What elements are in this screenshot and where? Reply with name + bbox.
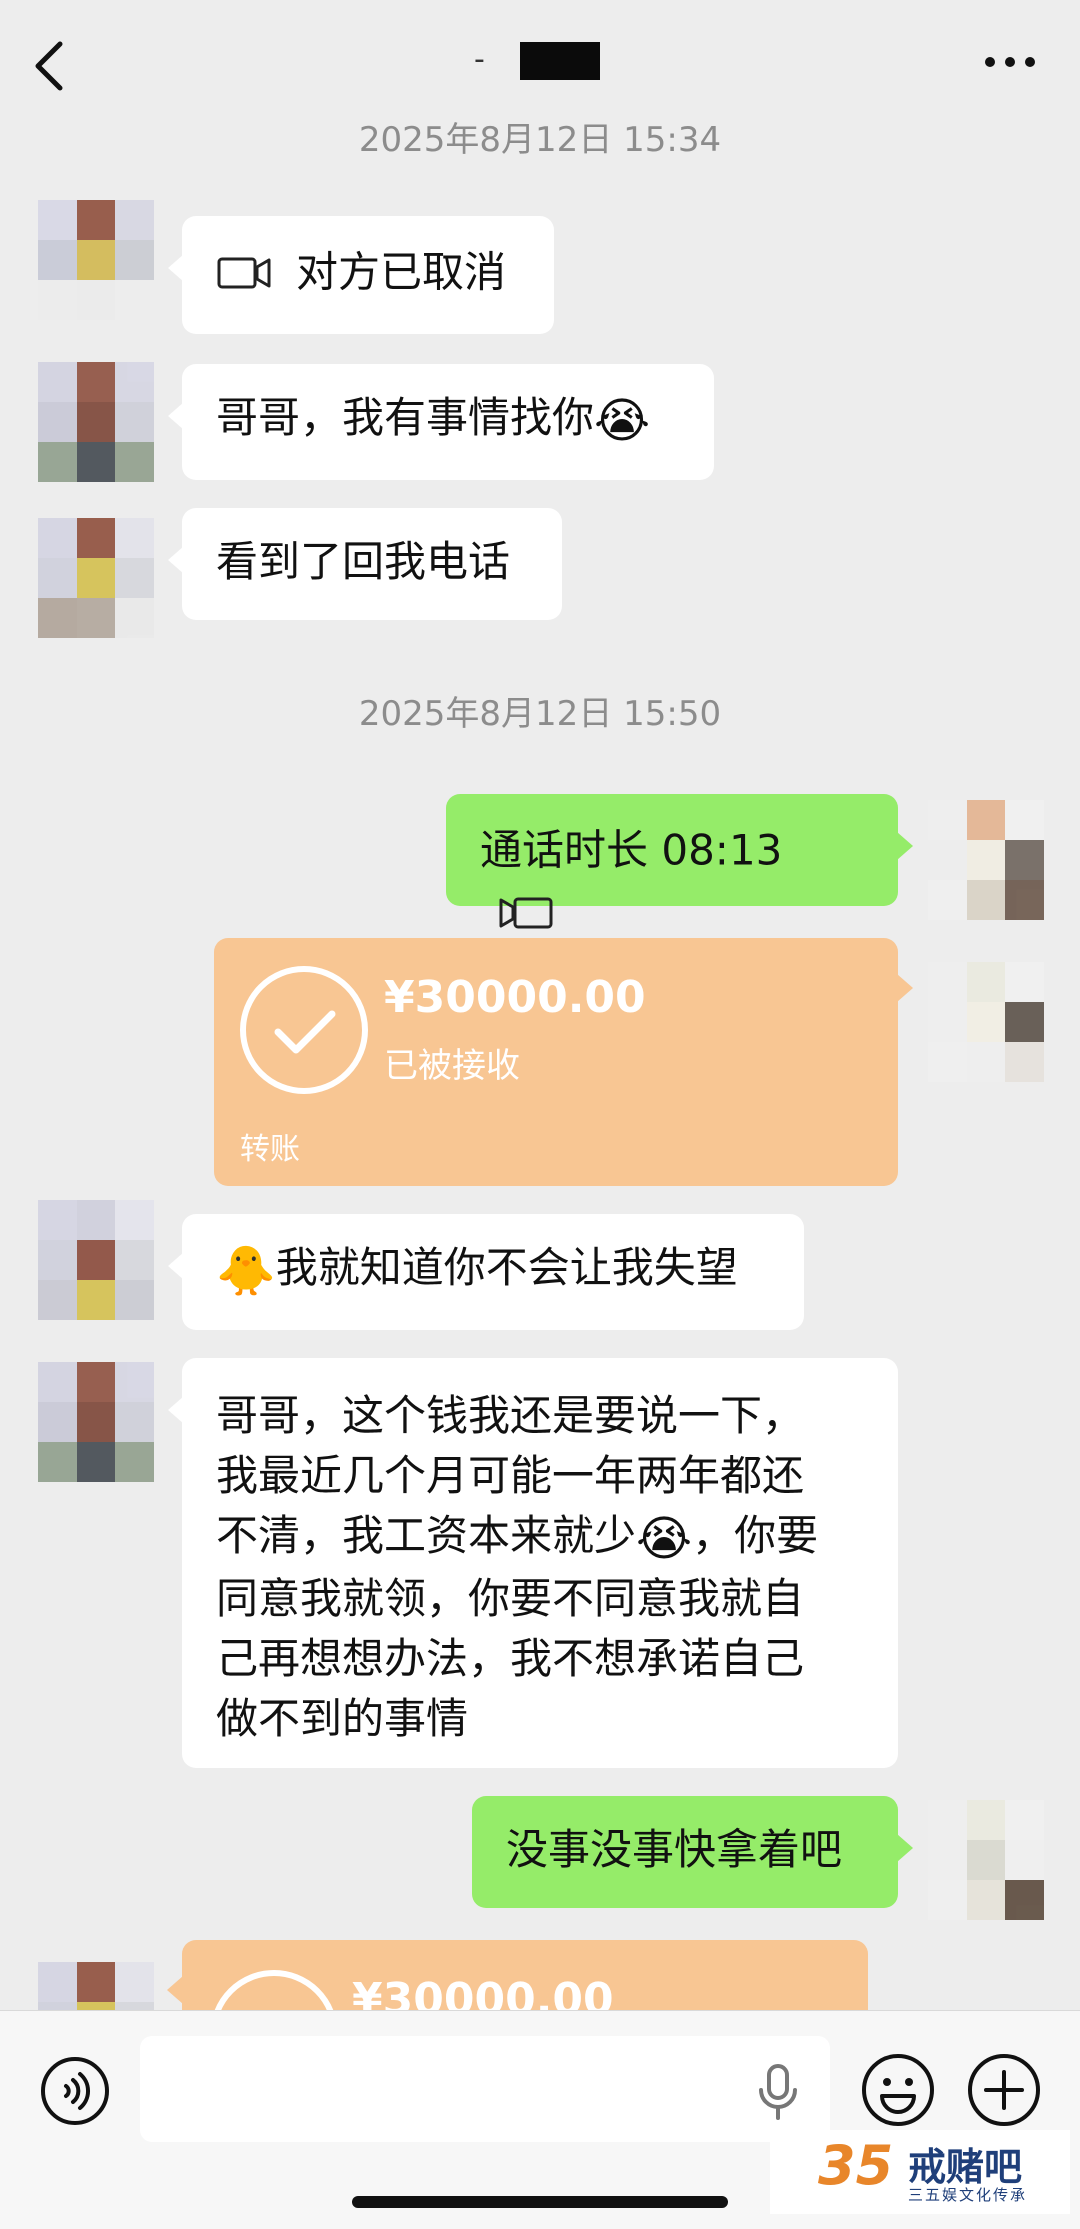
message-text: 没事没事快拿着吧 xyxy=(506,1825,843,1874)
avatar-contact[interactable] xyxy=(38,200,154,320)
duck-emoji: 🐥 xyxy=(216,1242,276,1299)
transfer-label: 转账 xyxy=(240,1132,300,1167)
message-text-part: ，你要 xyxy=(692,1511,819,1560)
microphone-icon[interactable] xyxy=(756,2062,800,2122)
message-text: 哥哥，我有事情找你 xyxy=(216,393,595,442)
watermark-tagline: 三五娱文化传承 xyxy=(908,2186,1028,2204)
avatar-self[interactable] xyxy=(928,962,1044,1082)
back-chevron-icon[interactable] xyxy=(30,38,70,94)
chat-title-fragment: - xyxy=(474,42,485,77)
call-cancelled-text: 对方已取消 xyxy=(296,247,507,297)
message-bubble-self[interactable]: 没事没事快拿着吧 xyxy=(472,1796,913,1908)
watermark-logo-number: 35 xyxy=(818,2134,894,2197)
crying-emoji: 😭 xyxy=(636,1510,693,1567)
message-bubble[interactable]: 哥哥，我有事情找你😭 xyxy=(168,364,714,480)
message-text-line: 不清，我工资本来就少😭，你要 xyxy=(216,1506,864,1569)
more-dots-icon[interactable] xyxy=(982,50,1038,74)
call-duration-text: 通话时长 08:13 xyxy=(480,825,783,875)
chat-title-redaction xyxy=(520,42,600,80)
home-indicator[interactable] xyxy=(352,2196,728,2208)
message-text-line: 己再想想办法，我不想承诺自己 xyxy=(216,1633,805,1683)
transfer-status: 已被接收 xyxy=(384,1046,520,1086)
transfer-card[interactable]: ¥30000.00 已被接收 转账 xyxy=(214,938,913,1186)
message-text-line: 哥哥，这个钱我还是要说一下， xyxy=(216,1391,805,1440)
timestamp: 2025年8月12日 15:34 xyxy=(358,120,722,160)
plus-more-icon[interactable] xyxy=(966,2052,1042,2128)
crying-emoji: 😭 xyxy=(594,392,651,449)
message-bubble-long[interactable]: 哥哥，这个钱我还是要说一下， 我最近几个月可能一年两年都还 不清，我工资本来就少… xyxy=(168,1358,898,1768)
video-call-icon xyxy=(217,257,271,288)
message-text-line: 我最近几个月可能一年两年都还 xyxy=(216,1451,805,1500)
message-text-part: 不清，我工资本来就少 xyxy=(216,1511,637,1560)
message-input[interactable] xyxy=(140,2036,830,2142)
message-bubble[interactable]: 看到了回我电话 xyxy=(168,508,562,620)
avatar-self[interactable] xyxy=(928,800,1044,920)
transfer-amount: ¥30000.00 xyxy=(384,972,646,1023)
avatar-contact[interactable] xyxy=(38,518,154,638)
call-duration-message[interactable]: 通话时长 08:13 xyxy=(446,794,913,929)
avatar-self[interactable] xyxy=(928,1800,1044,1920)
timestamp: 2025年8月12日 15:50 xyxy=(358,694,722,734)
message-text-line: 同意我就领，你要不同意我就自 xyxy=(216,1573,805,1623)
message-text: 我就知道你不会让我失望 xyxy=(275,1243,738,1292)
message-text: 看到了回我电话 xyxy=(216,537,511,586)
check-circle-icon xyxy=(240,966,368,1094)
watermark: 35 戒赌吧 三五娱文化传承 xyxy=(770,2130,1070,2214)
avatar-contact[interactable] xyxy=(38,1200,154,1320)
voice-toggle-icon[interactable] xyxy=(40,2056,110,2126)
call-cancelled-message[interactable]: 对方已取消 xyxy=(168,216,554,334)
avatar-contact[interactable] xyxy=(38,362,154,482)
video-call-icon xyxy=(499,897,553,929)
message-text-line: 做不到的事情 xyxy=(216,1693,469,1743)
avatar-contact[interactable] xyxy=(38,1362,154,1482)
message-bubble[interactable]: 🐥我就知道你不会让我失望 xyxy=(168,1214,804,1330)
emoji-icon[interactable] xyxy=(860,2052,936,2128)
watermark-site-name: 戒赌吧 xyxy=(908,2145,1023,2189)
